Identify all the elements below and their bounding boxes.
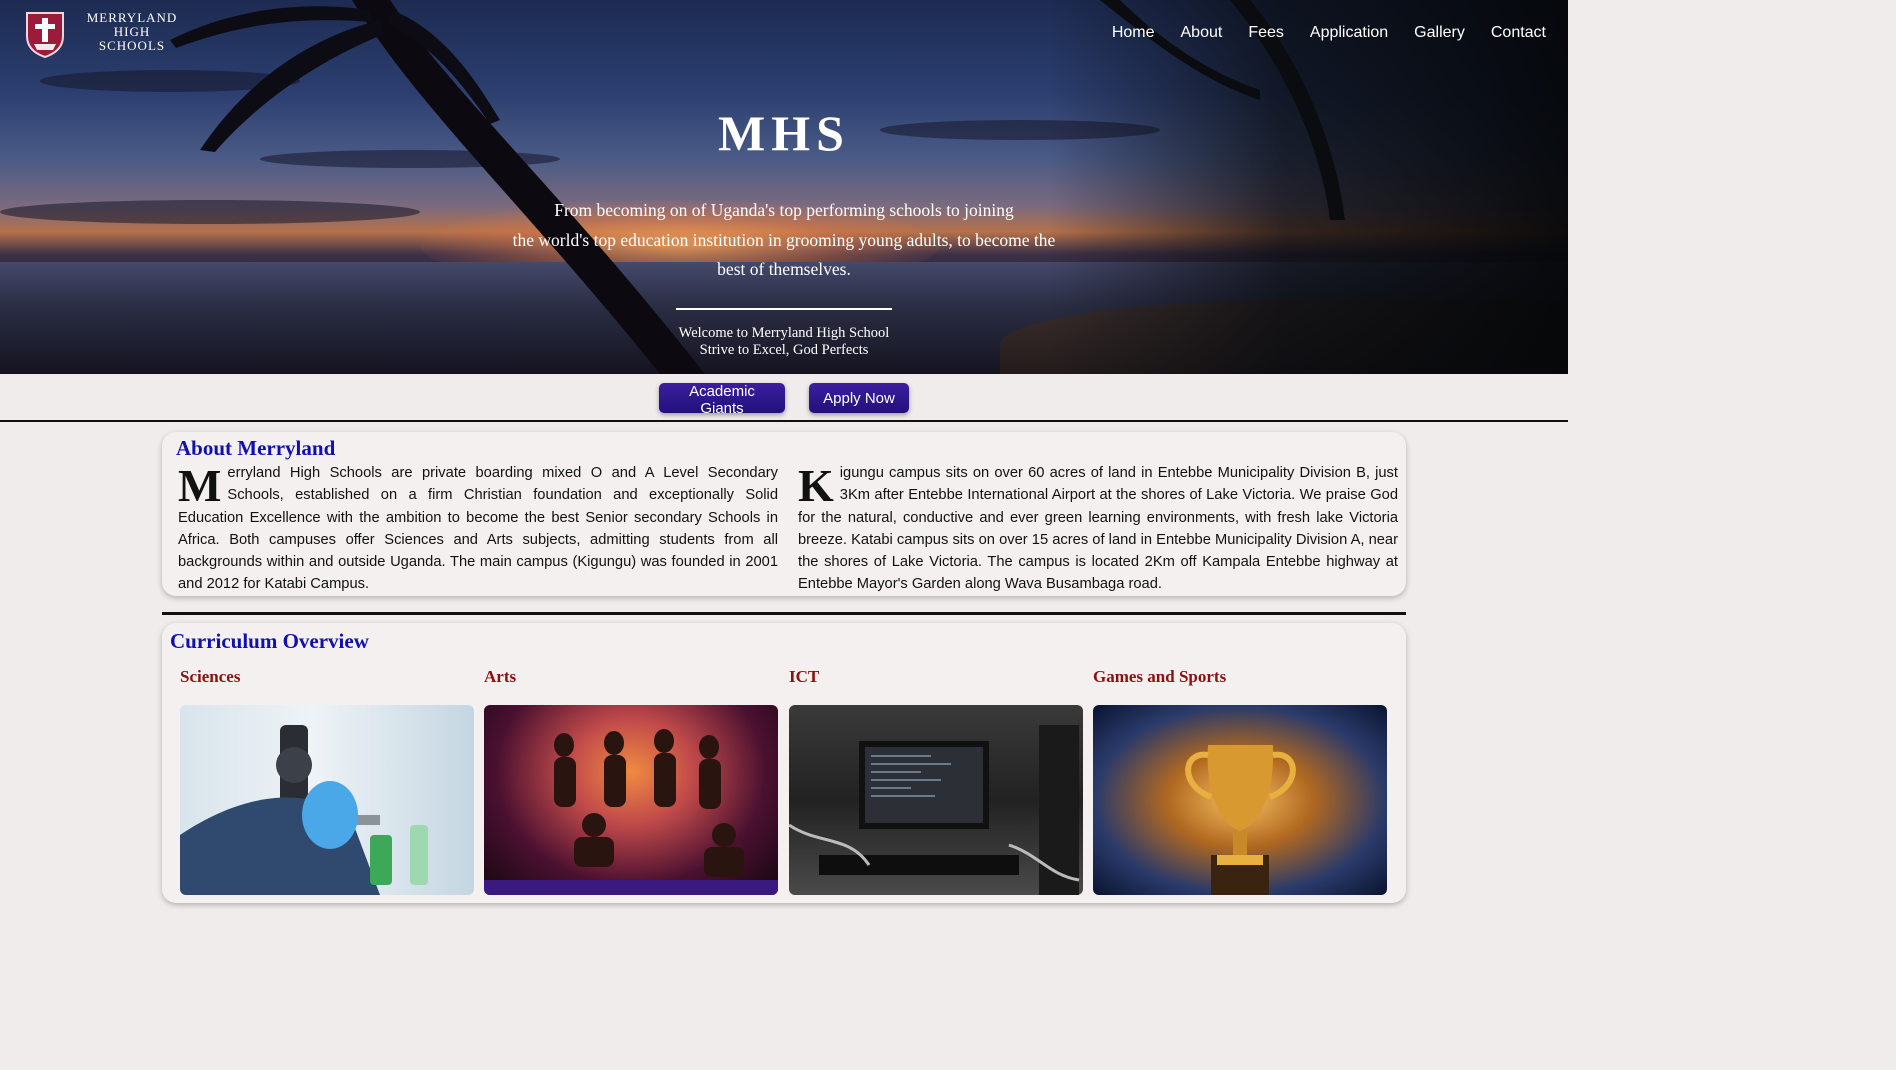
curriculum-item-sciences[interactable]: Sciences	[180, 667, 474, 895]
palm-trees	[170, 0, 1345, 374]
hero-divider	[676, 308, 892, 310]
hero-motto: Strive to Excel, God Perfects	[699, 342, 869, 358]
hero-title: MHS	[718, 105, 850, 161]
hero-banner: MERRYLAND HIGH SCHOOLS Home About Fees A…	[0, 0, 1568, 374]
main-nav: Home About Fees Application Gallery Cont…	[1112, 24, 1546, 42]
about-left-column: M erryland High Schools are private boar…	[178, 462, 778, 596]
hero-tagline-line-2: the world's top education institution in…	[512, 229, 1056, 250]
arts-image[interactable]	[484, 705, 778, 895]
curriculum-label: Sciences	[180, 667, 241, 686]
curriculum-label: Games and Sports	[1093, 667, 1227, 686]
hero-welcome: Welcome to Merryland High School	[678, 325, 890, 341]
academic-giants-button[interactable]: Academic Giants	[659, 383, 785, 417]
about-section: About Merryland M erryland High Schools …	[162, 432, 1406, 596]
nav-application[interactable]: Application	[1310, 24, 1388, 42]
nav-contact[interactable]: Contact	[1491, 24, 1546, 42]
about-heading: About Merryland	[176, 436, 336, 460]
hero-welcome-block: Welcome to Merryland High School Strive …	[0, 325, 1568, 359]
brand-line-1: MERRYLAND HIGH	[86, 10, 178, 39]
nav-home[interactable]: Home	[1112, 24, 1155, 42]
brand-name: MERRYLAND HIGH SCHOOLS	[70, 11, 194, 53]
school-crest-icon[interactable]	[20, 8, 70, 58]
drop-cap-k: K	[798, 460, 834, 511]
apply-now-button[interactable]: Apply Now	[809, 383, 909, 413]
curriculum-section: Curriculum Overview Sciences Arts ICT Ga…	[162, 623, 1406, 903]
drop-cap-m: M	[178, 460, 222, 511]
dancers-icon	[484, 729, 778, 895]
brand-line-2: SCHOOLS	[98, 38, 166, 53]
hero-tagline-line-1: From becoming on of Uganda's top perform…	[554, 200, 1014, 220]
section-divider	[162, 612, 1406, 615]
nav-gallery[interactable]: Gallery	[1414, 24, 1465, 42]
microscope-icon	[180, 725, 428, 895]
curriculum-label: ICT	[789, 667, 820, 686]
games-and-sports-image[interactable]	[1093, 705, 1387, 895]
section-divider	[0, 420, 1568, 422]
nav-fees[interactable]: Fees	[1248, 24, 1284, 42]
curriculum-heading: Curriculum Overview	[170, 629, 369, 653]
trophy-icon	[1185, 745, 1296, 895]
about-right-column: K igungu campus sits on over 60 acres of…	[798, 462, 1398, 596]
about-right-text: igungu campus sits on over 60 acres of l…	[798, 465, 1398, 593]
hero-tagline-line-3: best of themselves.	[717, 259, 851, 279]
cta-buttons: Academic Giants Apply Now	[0, 383, 1568, 417]
nav-about[interactable]: About	[1181, 24, 1223, 42]
curriculum-item-arts[interactable]: Arts	[484, 667, 778, 895]
computer-icon	[789, 725, 1080, 895]
sciences-image[interactable]	[180, 705, 474, 895]
curriculum-label: Arts	[484, 667, 517, 686]
curriculum-item-ict[interactable]: ICT	[789, 667, 1083, 895]
curriculum-item-games-and-sports[interactable]: Games and Sports	[1093, 667, 1387, 895]
hero-tagline: From becoming on of Uganda's top perform…	[484, 196, 1084, 285]
ict-image[interactable]	[789, 705, 1083, 895]
about-left-text: erryland High Schools are private boardi…	[178, 465, 778, 593]
